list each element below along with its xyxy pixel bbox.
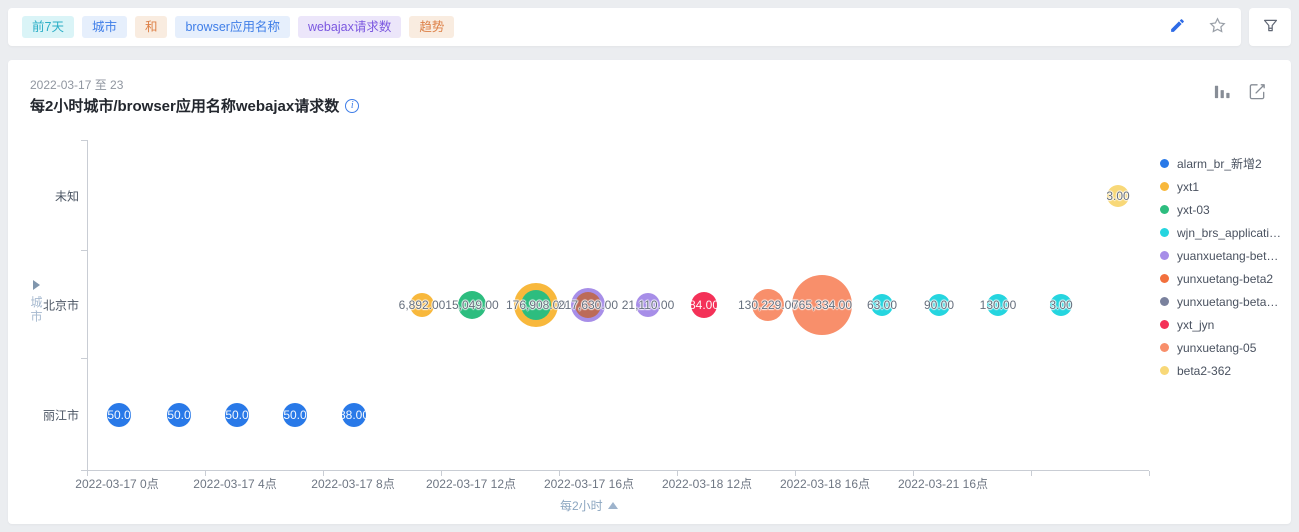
x-axis-tick	[1031, 471, 1032, 476]
pencil-icon	[1169, 17, 1186, 37]
y-category-label: 未知	[55, 188, 79, 205]
filter-chip[interactable]: 前7天	[22, 16, 74, 38]
bubble[interactable]	[636, 293, 660, 317]
y-axis-tick	[81, 140, 87, 141]
x-axis-sort-control[interactable]: 每2小时	[560, 497, 618, 514]
x-tick-label: 2022-03-17 12点	[426, 475, 516, 492]
bubble[interactable]	[458, 291, 486, 319]
y-category-label: 北京市	[43, 297, 79, 314]
filter-chips: 前7天城市和 browser应用名称 webajax请求数趋势	[22, 16, 454, 38]
y-axis-tick	[81, 358, 87, 359]
x-tick-label: 2022-03-17 16点	[544, 475, 634, 492]
x-tick-label: 2022-03-17 0点	[75, 475, 158, 492]
filter-chip[interactable]: 城市	[82, 16, 127, 38]
bubble[interactable]	[691, 292, 717, 318]
bubble[interactable]	[107, 403, 131, 427]
plot-area: 城市 每2小时 未知北京市丽江市2022-03-17 0点2022-03-17 …	[8, 60, 1291, 524]
x-tick-label: 2022-03-17 4点	[193, 475, 276, 492]
y-axis-tick	[81, 250, 87, 251]
bubble[interactable]	[792, 275, 852, 335]
bubble-inner[interactable]	[575, 292, 601, 318]
filter-chip[interactable]: browser应用名称	[175, 16, 289, 38]
filter-toggle-button[interactable]	[1262, 17, 1279, 37]
triangle-right-icon	[33, 280, 40, 290]
bubble[interactable]	[928, 294, 950, 316]
filter-bar-actions	[1169, 16, 1227, 38]
bubble[interactable]	[871, 294, 893, 316]
x-axis-tick	[1149, 471, 1150, 476]
star-icon	[1208, 16, 1227, 38]
filter-chip[interactable]: webajax请求数	[298, 16, 401, 38]
bubble-inner[interactable]	[521, 290, 551, 320]
funnel-icon	[1262, 17, 1279, 37]
bubble[interactable]	[410, 293, 434, 317]
y-category-label: 丽江市	[43, 407, 79, 424]
edit-query-button[interactable]	[1169, 17, 1186, 37]
bubble[interactable]	[987, 294, 1009, 316]
filter-card: 前7天城市和 browser应用名称 webajax请求数趋势	[8, 8, 1241, 46]
filter-bar: 前7天城市和 browser应用名称 webajax请求数趋势	[8, 8, 1291, 46]
bubble[interactable]	[1107, 185, 1129, 207]
filter-chip[interactable]: 趋势	[409, 16, 454, 38]
x-axis-line	[87, 470, 1149, 471]
x-axis-name: 每2小时	[560, 497, 603, 514]
x-tick-label: 2022-03-21 16点	[898, 475, 988, 492]
bubble[interactable]	[283, 403, 307, 427]
y-axis-line	[87, 140, 88, 470]
bubble[interactable]	[167, 403, 191, 427]
bubble[interactable]	[225, 403, 249, 427]
x-tick-label: 2022-03-18 16点	[780, 475, 870, 492]
bubble[interactable]	[342, 403, 366, 427]
bubble[interactable]	[752, 289, 784, 321]
bubble[interactable]	[1050, 294, 1072, 316]
filter-chip[interactable]: 和	[135, 16, 168, 38]
chart-panel: 2022-03-17 至 23 每2小时城市/browser应用名称webaja…	[8, 60, 1291, 524]
x-tick-label: 2022-03-18 12点	[662, 475, 752, 492]
triangle-up-icon	[608, 502, 618, 509]
filter-toggle-card	[1249, 8, 1291, 46]
x-tick-label: 2022-03-17 8点	[311, 475, 394, 492]
favorite-button[interactable]	[1208, 16, 1227, 38]
